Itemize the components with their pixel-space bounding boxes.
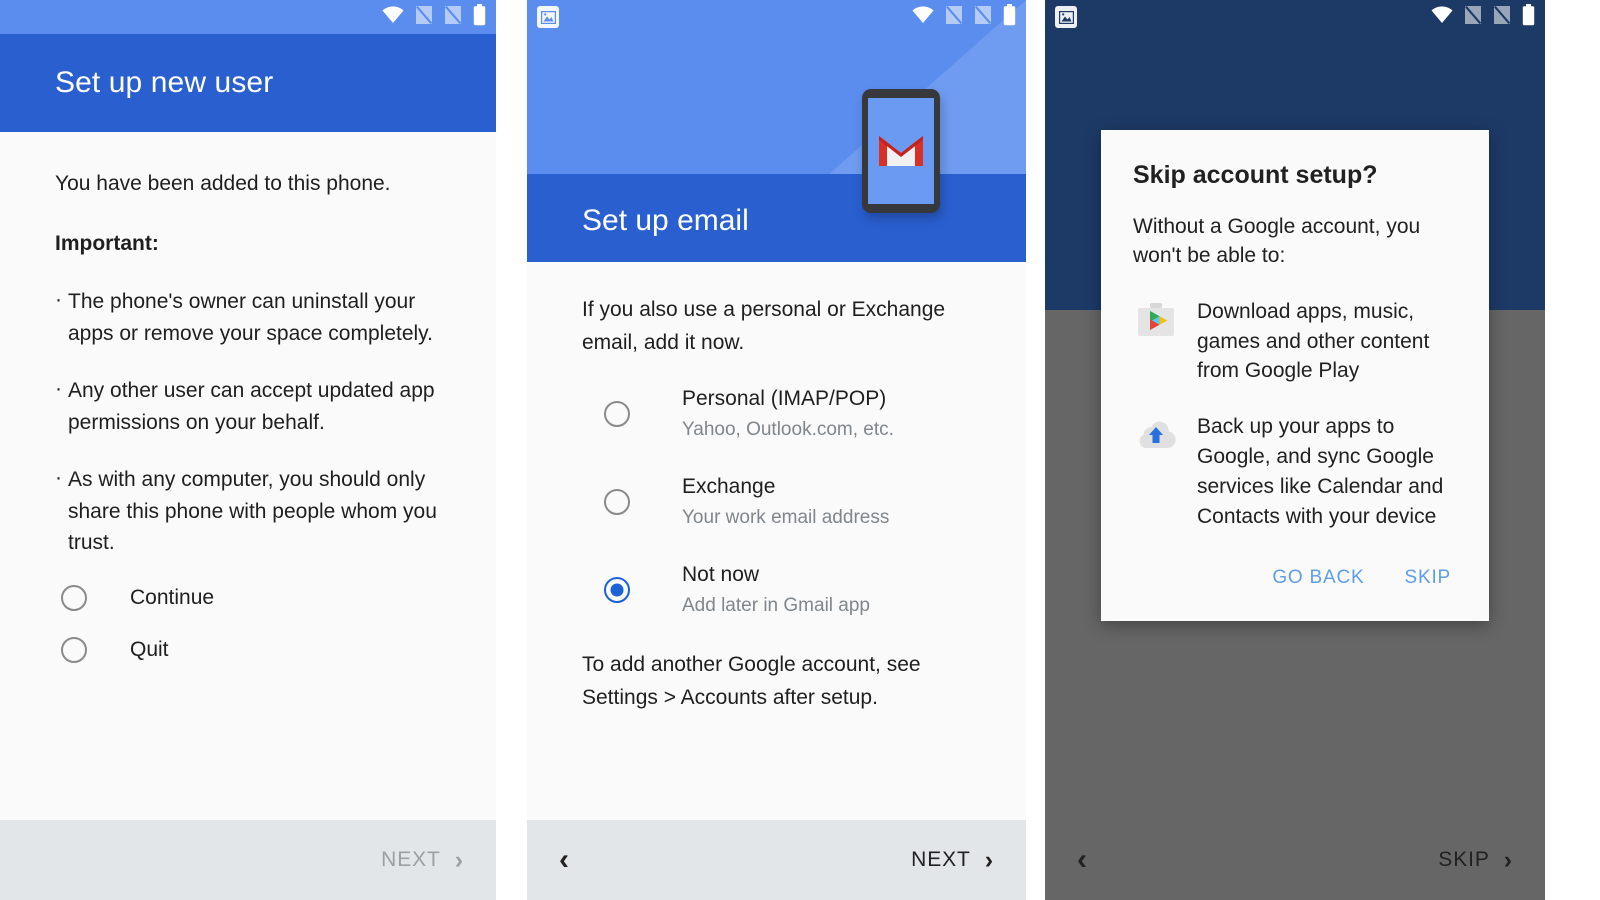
status-bar — [527, 0, 1026, 34]
radio-label: Not now — [682, 563, 760, 587]
radio-option-quit[interactable]: Quit — [55, 636, 456, 663]
footnote-text: To add another Google account, see Setti… — [582, 653, 921, 709]
status-bar-notifications — [1055, 6, 1077, 28]
skip-nav-button[interactable]: SKIP › — [1438, 845, 1513, 874]
lead-text: If you also use a personal or Exchange e… — [582, 298, 946, 354]
battery-icon — [1522, 3, 1535, 31]
wifi-icon — [382, 6, 404, 29]
list-item: The phone's owner can uninstall your app… — [55, 284, 456, 349]
status-bar — [0, 0, 496, 34]
list-item: Back up your apps to Google, and sync Go… — [1133, 412, 1457, 531]
panel-set-up-email: Set up email If you also use a personal … — [527, 0, 1026, 900]
no-sim-icon — [974, 5, 992, 30]
next-button[interactable]: NEXT › — [911, 845, 994, 874]
radio-option-exchange[interactable]: Exchange Your work email address — [582, 473, 990, 531]
radio-button-icon[interactable] — [604, 489, 630, 516]
no-sim-icon — [1464, 5, 1482, 30]
radio-sublabel: Yahoo, Outlook.com, etc. — [682, 419, 894, 441]
radio-option-personal[interactable]: Personal (IMAP/POP) Yahoo, Outlook.com, … — [582, 385, 990, 443]
benefit-text: Download apps, music, games and other co… — [1197, 299, 1430, 383]
benefit-text: Back up your apps to Google, and sync Go… — [1197, 415, 1444, 528]
go-back-button[interactable]: GO BACK — [1270, 561, 1366, 595]
warning-bullet-list: The phone's owner can uninstall your app… — [55, 284, 456, 559]
radio-option-text: Personal (IMAP/POP) Yahoo, Outlook.com, … — [682, 385, 894, 443]
status-bar-system-icons — [912, 3, 1016, 31]
battery-icon — [1003, 3, 1016, 31]
next-button-label: NEXT — [911, 848, 971, 871]
list-item: As with any computer, you should only sh… — [55, 462, 456, 559]
panel-set-up-new-user: Set up new user You have been added to t… — [0, 0, 496, 900]
no-sim-icon — [1493, 5, 1511, 30]
radio-button-icon[interactable] — [604, 401, 630, 428]
choice-radio-group: Continue Quit — [55, 584, 456, 663]
next-button[interactable]: NEXT › — [381, 845, 464, 874]
bottom-navigation-bar: ‹ SKIP › — [1045, 820, 1545, 900]
back-button[interactable]: ‹ — [1077, 845, 1087, 875]
cloud-backup-icon — [1133, 412, 1179, 458]
no-sim-icon — [945, 5, 963, 30]
no-sim-icon — [444, 5, 462, 30]
radio-button-icon[interactable] — [61, 584, 87, 611]
dimmed-surface: Skip account setup? Without a Google acc… — [1045, 0, 1545, 820]
wifi-icon — [1431, 6, 1453, 29]
radio-option-text: Exchange Your work email address — [682, 473, 889, 531]
radio-sublabel: Your work email address — [682, 507, 890, 529]
important-label: Important: — [55, 232, 159, 256]
status-bar — [1045, 0, 1545, 34]
panel-body: If you also use a personal or Exchange e… — [527, 262, 1026, 820]
radio-label: Quit — [130, 637, 169, 661]
dialog-action-row: GO BACK SKIP — [1133, 557, 1457, 609]
lead-text: You have been added to this phone. — [55, 172, 391, 195]
status-bar-system-icons — [382, 3, 486, 31]
radio-option-continue[interactable]: Continue — [55, 584, 456, 611]
bottom-navigation-bar: ‹ NEXT › — [527, 820, 1026, 900]
wifi-icon — [912, 6, 934, 29]
list-item: Download apps, music, games and other co… — [1133, 297, 1457, 386]
screenshot-stage: Set up new user You have been added to t… — [0, 0, 1600, 900]
next-button-label: NEXT — [381, 848, 441, 871]
gmail-on-tablet-illustration — [862, 89, 940, 213]
skip-account-setup-dialog: Skip account setup? Without a Google acc… — [1101, 130, 1489, 622]
screenshot-image-icon — [537, 6, 559, 28]
hero-banner: Set up email — [527, 0, 1026, 262]
page-title: Set up new user — [55, 66, 274, 99]
skip-nav-button-label: SKIP — [1438, 848, 1490, 871]
tablet-screen — [868, 98, 934, 204]
chevron-right-icon: › — [454, 845, 464, 874]
google-play-briefcase-icon — [1133, 297, 1179, 343]
panel-skip-account-setup: Skip account setup? Without a Google acc… — [1045, 0, 1545, 900]
screenshot-image-icon — [1055, 6, 1077, 28]
radio-option-not-now[interactable]: Not now Add later in Gmail app — [582, 561, 990, 619]
radio-label: Personal (IMAP/POP) — [682, 387, 887, 411]
radio-option-text: Not now Add later in Gmail app — [682, 561, 870, 619]
chevron-right-icon: › — [1503, 845, 1513, 874]
back-button[interactable]: ‹ — [559, 845, 569, 875]
no-sim-icon — [415, 5, 433, 30]
panel-body: You have been added to this phone. Impor… — [0, 132, 496, 820]
page-header: Set up new user — [0, 34, 496, 132]
status-bar-system-icons — [1431, 3, 1535, 31]
email-type-radio-group: Personal (IMAP/POP) Yahoo, Outlook.com, … — [582, 385, 990, 619]
radio-label: Exchange — [682, 475, 776, 499]
dialog-subtitle: Without a Google account, you won't be a… — [1133, 215, 1421, 268]
radio-button-icon-selected[interactable] — [604, 577, 630, 604]
battery-icon — [473, 3, 486, 31]
gmail-icon — [879, 136, 923, 166]
page-title: Set up email — [582, 204, 749, 237]
dialog-title: Skip account setup? — [1133, 161, 1378, 189]
status-bar-notifications — [537, 6, 559, 28]
chevron-right-icon: › — [984, 845, 994, 874]
radio-sublabel: Add later in Gmail app — [682, 595, 870, 617]
skip-button[interactable]: SKIP — [1403, 561, 1454, 595]
list-item: Any other user can accept updated app pe… — [55, 373, 456, 438]
radio-label: Continue — [130, 585, 215, 609]
radio-button-icon[interactable] — [61, 636, 87, 663]
bottom-navigation-bar: NEXT › — [0, 820, 496, 900]
